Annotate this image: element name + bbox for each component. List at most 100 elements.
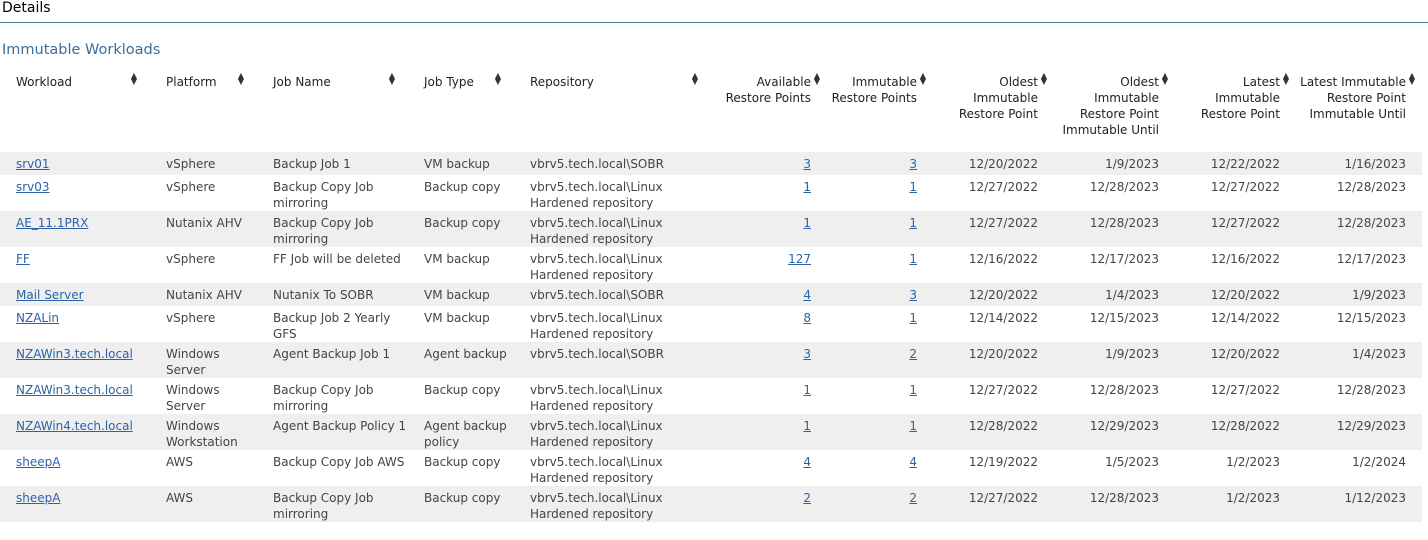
restore-points-link[interactable]: 2: [909, 347, 917, 361]
column-header-latest-immutable-restore-point[interactable]: Latest Immutable Restore Point ▲ ▼: [1175, 71, 1296, 152]
sort-updown-icon[interactable]: ▲ ▼: [1161, 72, 1169, 86]
cell-repository: vbrv5.tech.local\Linux Hardened reposito…: [530, 455, 663, 485]
cell-oldest-immutable-until: 12/28/2023: [1054, 486, 1175, 522]
cell-latest-immutable-until: 1/2/2024: [1352, 455, 1406, 469]
restore-points-link[interactable]: 1: [909, 383, 917, 397]
cell-job-name: Agent Backup Policy 1: [257, 414, 408, 450]
column-header-workload[interactable]: Workload ▲ ▼: [0, 71, 150, 152]
column-header-platform[interactable]: Platform ▲ ▼: [150, 71, 257, 152]
restore-points-link[interactable]: 127: [788, 252, 811, 266]
sort-updown-icon[interactable]: ▲ ▼: [237, 72, 245, 86]
column-header-job-type[interactable]: Job Type ▲ ▼: [408, 71, 514, 152]
cell-job-name: Backup Copy Job mirroring: [257, 486, 408, 522]
cell-immutable-restore-points: 4: [827, 450, 933, 486]
cell-latest-immutable-restore-point: 12/14/2022: [1210, 311, 1280, 325]
cell-job-name: Backup Copy Job AWS: [273, 455, 405, 469]
cell-available-restore-points: 127: [711, 247, 827, 283]
table-header-row: Workload ▲ ▼ Platform ▲ ▼ Job Name ▲ ▼ Job Type ▲ ▼…: [0, 71, 1422, 152]
restore-points-link[interactable]: 2: [909, 491, 917, 505]
cell-job-type: VM backup: [424, 252, 490, 266]
cell-oldest-immutable-restore-point: 12/19/2022: [968, 455, 1038, 469]
cell-workload: NZALin: [0, 306, 150, 342]
restore-points-link[interactable]: 1: [909, 419, 917, 433]
column-header-repository[interactable]: Repository ▲ ▼: [514, 71, 711, 152]
restore-points-link[interactable]: 3: [803, 157, 811, 171]
workload-link[interactable]: FF: [16, 252, 30, 266]
column-header-latest-immutable-until[interactable]: Latest Immutable Restore Point Immutable…: [1296, 71, 1422, 152]
column-header-oldest-immutable-until[interactable]: Oldest Immutable Restore Point Immutable…: [1054, 71, 1175, 152]
workload-link[interactable]: NZALin: [16, 311, 59, 325]
cell-repository: vbrv5.tech.local\Linux Hardened reposito…: [514, 414, 711, 450]
workload-link[interactable]: sheepA: [16, 455, 60, 469]
table-row: sheepA AWS Backup Copy Job AWS Backup copy v…: [0, 450, 1422, 486]
table-body: srv01 vSphere Backup Job 1 VM backup vbrv5.t…: [0, 152, 1422, 522]
restore-points-link[interactable]: 1: [909, 216, 917, 230]
cell-latest-immutable-until: 12/17/2023: [1336, 252, 1406, 266]
restore-points-link[interactable]: 4: [803, 455, 811, 469]
column-header-available-restore-points[interactable]: Available Restore Points ▲ ▼: [711, 71, 827, 152]
workload-link[interactable]: NZAWin3.tech.local: [16, 347, 133, 361]
cell-latest-immutable-until: 1/12/2023: [1296, 486, 1422, 522]
column-header-oldest-immutable-restore-point[interactable]: Oldest Immutable Restore Point ▲ ▼: [933, 71, 1054, 152]
cell-job-name: Agent Backup Job 1: [257, 342, 408, 378]
restore-points-link[interactable]: 3: [803, 347, 811, 361]
cell-platform: Nutanix AHV: [150, 211, 257, 247]
cell-oldest-immutable-until: 12/28/2023: [1089, 180, 1159, 194]
sort-updown-icon[interactable]: ▲ ▼: [130, 72, 138, 86]
cell-workload: NZAWin3.tech.local: [0, 342, 150, 378]
cell-job-name: FF Job will be deleted: [273, 252, 401, 266]
restore-points-link[interactable]: 3: [909, 157, 917, 171]
restore-points-link[interactable]: 4: [909, 455, 917, 469]
column-header-label: Repository: [530, 75, 594, 89]
workload-link[interactable]: Mail Server: [16, 288, 84, 302]
column-header-immutable-restore-points[interactable]: Immutable Restore Points ▲ ▼: [827, 71, 933, 152]
table-row: Mail Server Nutanix AHV Nutanix To SOBR VM …: [0, 283, 1422, 306]
restore-points-link[interactable]: 1: [803, 180, 811, 194]
cell-available-restore-points: 3: [711, 342, 827, 378]
cell-repository: vbrv5.tech.local\SOBR: [514, 283, 711, 306]
cell-job-name: Backup Copy Job mirroring: [273, 180, 374, 210]
sort-updown-icon[interactable]: ▲ ▼: [813, 72, 821, 86]
table-row: sheepA AWS Backup Copy Job mirroring Backup…: [0, 486, 1422, 522]
workload-link[interactable]: sheepA: [16, 491, 60, 505]
column-header-label: Latest Immutable Restore Point: [1200, 75, 1280, 121]
restore-points-link[interactable]: 1: [803, 216, 811, 230]
cell-platform: vSphere: [166, 252, 216, 266]
cell-available-restore-points: 1: [711, 378, 827, 414]
workload-link[interactable]: srv03: [16, 180, 50, 194]
workload-link[interactable]: NZAWin4.tech.local: [16, 419, 133, 433]
table-row: FF vSphere FF Job will be deleted VM backup…: [0, 247, 1422, 283]
cell-oldest-immutable-restore-point: 12/27/2022: [933, 211, 1054, 247]
restore-points-link[interactable]: 1: [803, 419, 811, 433]
restore-points-link[interactable]: 3: [909, 288, 917, 302]
cell-workload: NZAWin3.tech.local: [0, 378, 150, 414]
sort-updown-icon[interactable]: ▲ ▼: [1408, 72, 1416, 86]
sort-updown-icon[interactable]: ▲ ▼: [691, 72, 699, 86]
cell-workload: srv01: [0, 152, 150, 175]
cell-job-type: Backup copy: [424, 455, 501, 469]
cell-oldest-immutable-until: 12/29/2023: [1054, 414, 1175, 450]
workload-link[interactable]: NZAWin3.tech.local: [16, 383, 133, 397]
restore-points-link[interactable]: 2: [803, 491, 811, 505]
restore-points-link[interactable]: 8: [803, 311, 811, 325]
column-header-job-name[interactable]: Job Name ▲ ▼: [257, 71, 408, 152]
sort-updown-icon[interactable]: ▲ ▼: [919, 72, 927, 86]
workload-link[interactable]: AE_11.1PRX: [16, 216, 88, 230]
cell-workload: AE_11.1PRX: [0, 211, 150, 247]
cell-latest-immutable-until: 12/28/2023: [1336, 383, 1406, 397]
restore-points-link[interactable]: 4: [803, 288, 811, 302]
cell-available-restore-points: 1: [711, 175, 827, 211]
cell-immutable-restore-points: 1: [827, 378, 933, 414]
restore-points-link[interactable]: 1: [909, 311, 917, 325]
sort-updown-icon[interactable]: ▲ ▼: [388, 72, 396, 86]
sort-updown-icon[interactable]: ▲ ▼: [1282, 72, 1290, 86]
sort-updown-icon[interactable]: ▲ ▼: [1040, 72, 1048, 86]
cell-oldest-immutable-until: 1/9/2023: [1054, 152, 1175, 175]
restore-points-link[interactable]: 1: [803, 383, 811, 397]
cell-workload: sheepA: [0, 486, 150, 522]
cell-oldest-immutable-restore-point: 12/14/2022: [968, 311, 1038, 325]
workload-link[interactable]: srv01: [16, 157, 50, 171]
restore-points-link[interactable]: 1: [909, 180, 917, 194]
sort-updown-icon[interactable]: ▲ ▼: [494, 72, 502, 86]
restore-points-link[interactable]: 1: [909, 252, 917, 266]
